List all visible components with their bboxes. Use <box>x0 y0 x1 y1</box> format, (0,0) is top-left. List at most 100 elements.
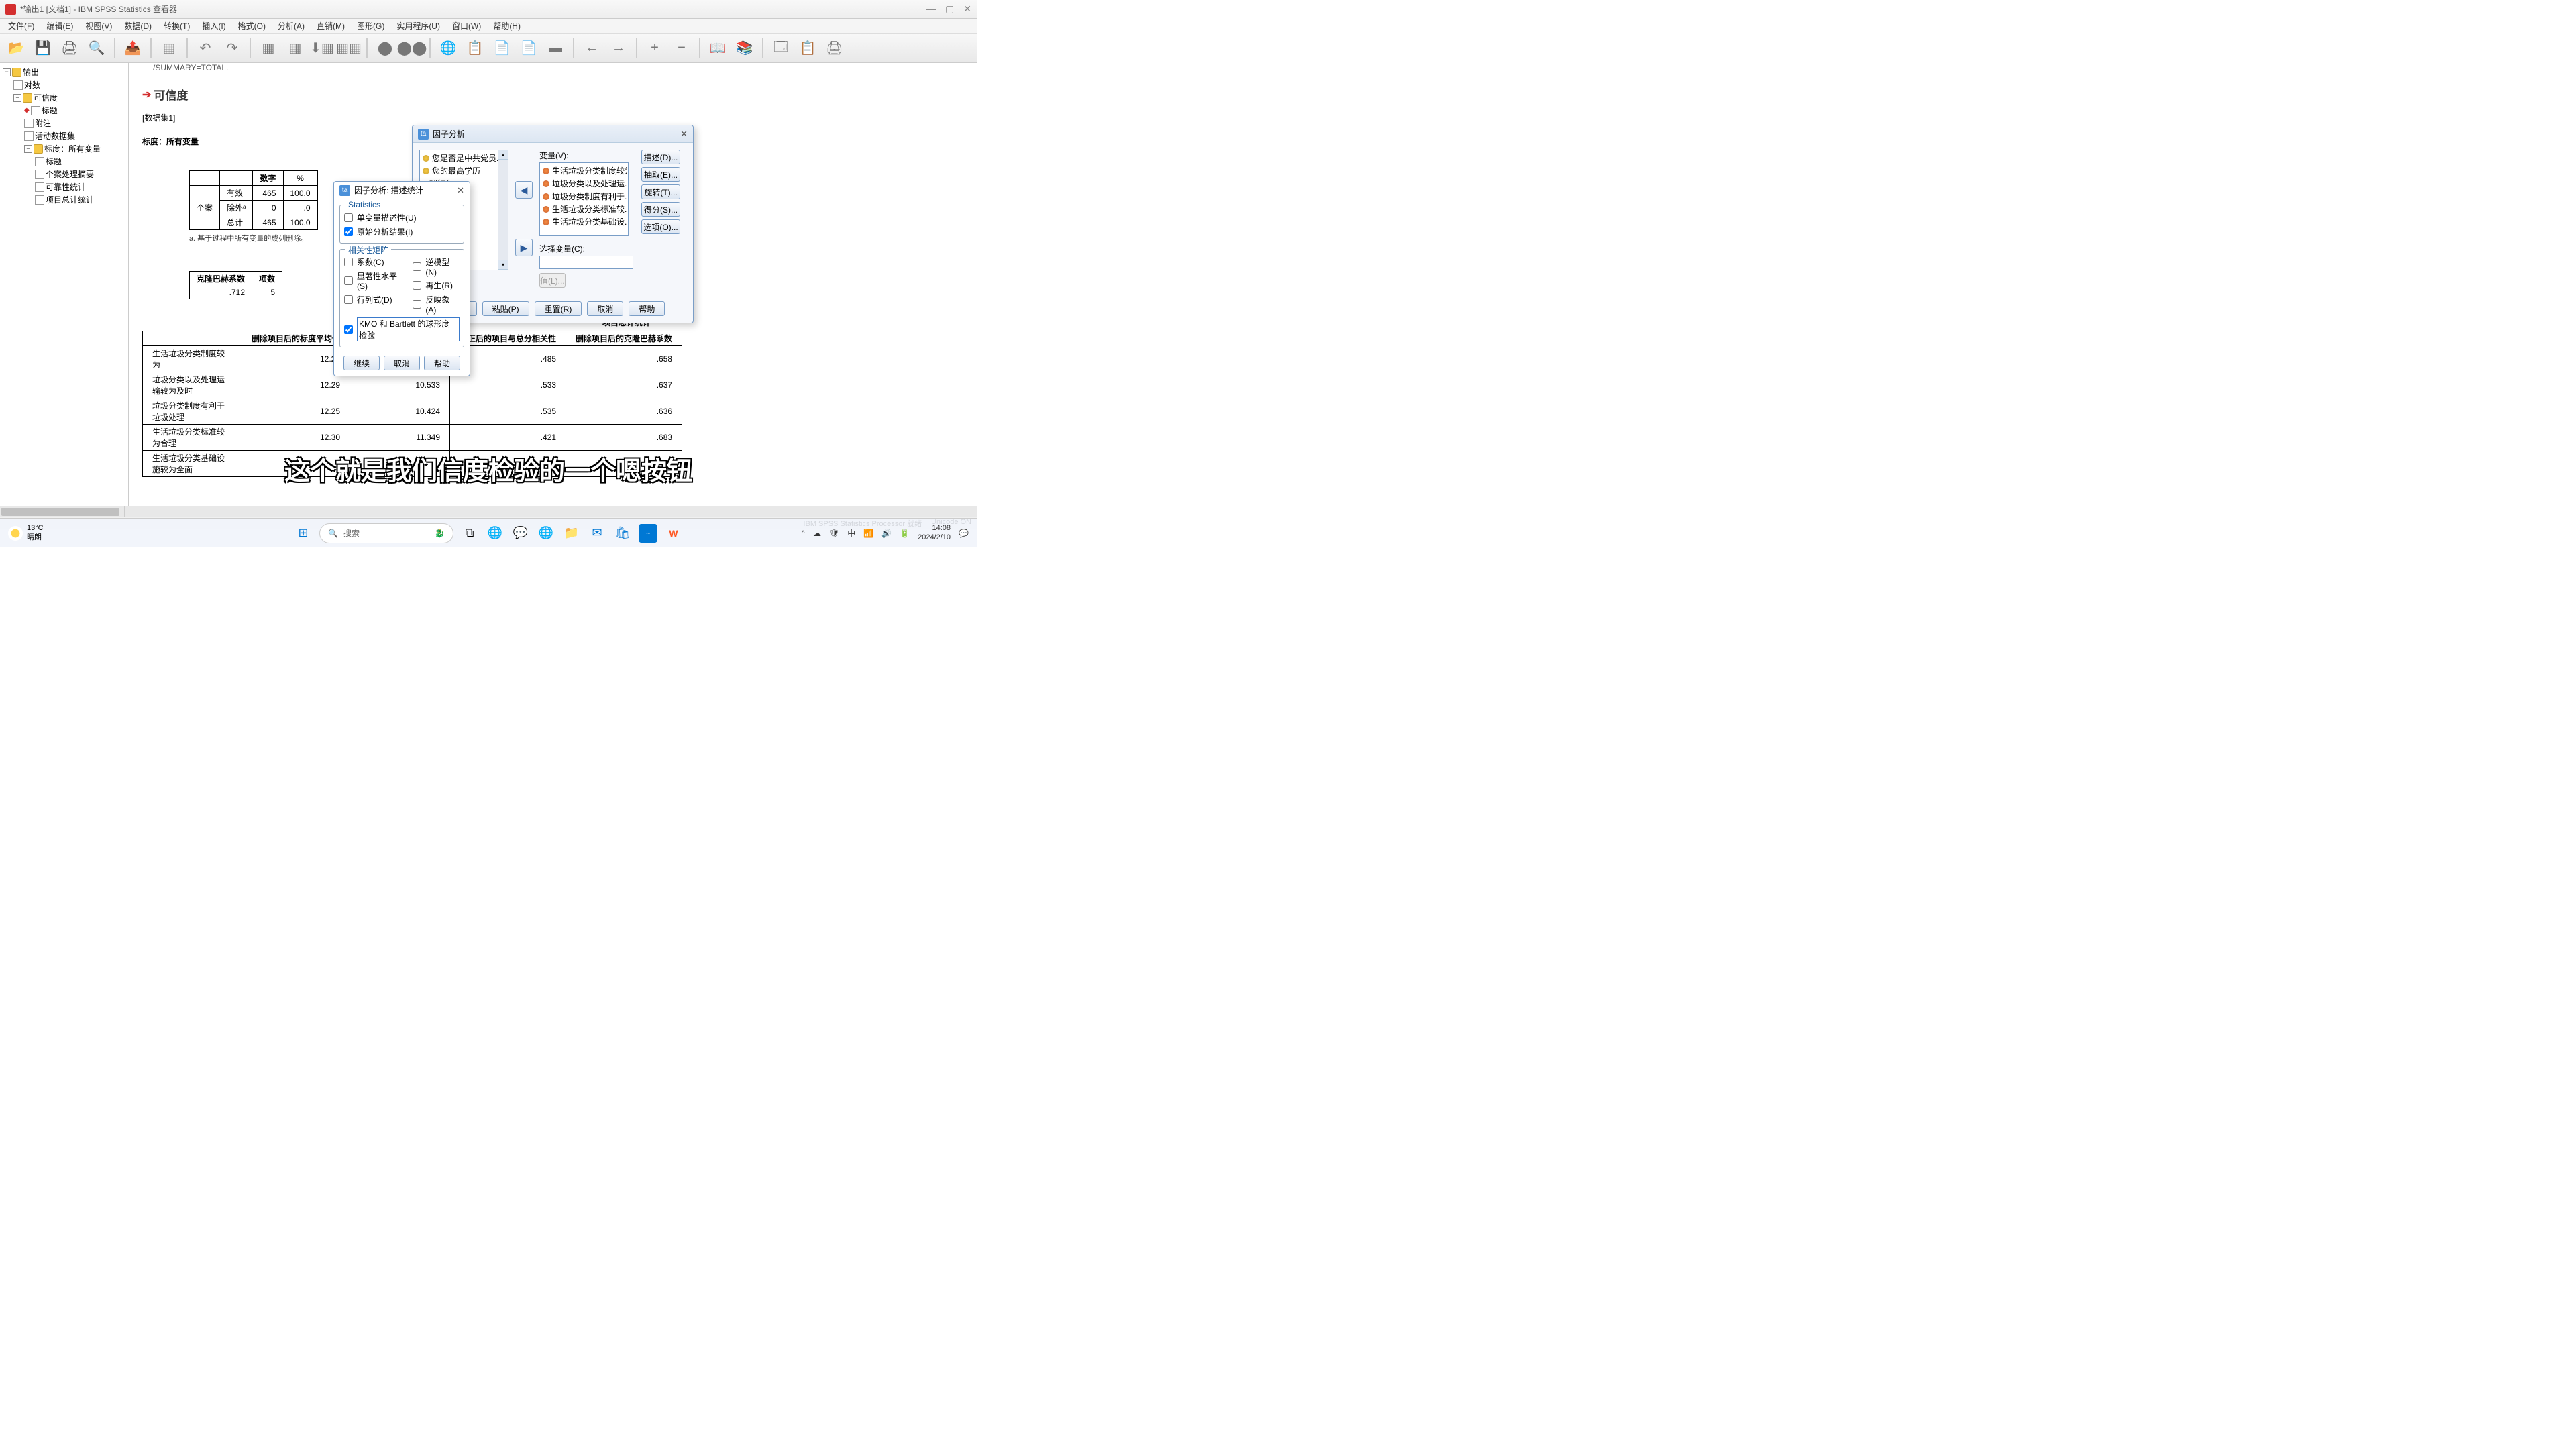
scroll-down-icon[interactable]: ▾ <box>498 260 508 270</box>
tree-case-summary[interactable]: 个案处理摘要 <box>46 168 94 180</box>
toolbar-minus-icon[interactable]: − <box>669 36 694 60</box>
determinant-checkbox[interactable] <box>344 295 353 304</box>
toolbar-plus-icon[interactable]: + <box>643 36 667 60</box>
tree-log[interactable]: 对数 <box>24 79 40 91</box>
reset-button[interactable]: 重置(R) <box>535 301 582 316</box>
minimize-button[interactable]: — <box>926 3 936 15</box>
paste-button[interactable]: 粘贴(P) <box>482 301 529 316</box>
tree-title[interactable]: 标题 <box>42 105 58 116</box>
toolbar-print-icon[interactable]: 🖨 <box>58 36 82 60</box>
app-meeting-icon[interactable]: ~ <box>639 524 657 543</box>
tray-wifi-icon[interactable]: 📶 <box>863 529 873 538</box>
anti-image-checkbox[interactable] <box>413 300 421 309</box>
toolbar-print2-icon[interactable]: 🖨 <box>822 36 847 60</box>
toolbar-goto-var-icon[interactable]: ⬇▦ <box>310 36 334 60</box>
value-button[interactable]: 值(L)... <box>539 273 566 288</box>
toolbar-forward-icon[interactable]: → <box>606 36 631 60</box>
tray-cloud-icon[interactable]: ☁ <box>813 529 821 538</box>
options-button[interactable]: 选项(O)... <box>641 219 680 234</box>
kmo-bartlett-checkbox[interactable] <box>344 325 353 334</box>
toolbar-goto-icon[interactable]: ▦ <box>256 36 280 60</box>
app-browser-icon[interactable]: 🌐 <box>486 524 504 543</box>
maximize-button[interactable]: ▢ <box>945 3 954 15</box>
menu-view[interactable]: 视图(V) <box>80 19 117 33</box>
close-button[interactable]: ✕ <box>963 3 971 15</box>
toolbar-redo-icon[interactable]: ↷ <box>220 36 244 60</box>
menu-insert[interactable]: 插入(I) <box>197 19 231 33</box>
tree-item-total[interactable]: 项目总计统计 <box>46 194 94 205</box>
toolbar-select-icon[interactable]: ⬤ <box>373 36 397 60</box>
tree-toggle-icon[interactable]: − <box>13 94 21 102</box>
app-store-icon[interactable]: 🛍 <box>613 524 632 543</box>
tray-security-icon[interactable]: 🛡 <box>829 529 839 538</box>
toolbar-variables-icon[interactable]: ▦▦ <box>337 36 361 60</box>
dialog-close-icon[interactable]: ✕ <box>680 129 688 140</box>
toolbar-tool4-icon[interactable]: 📄 <box>517 36 541 60</box>
app-wps-icon[interactable]: W <box>664 524 683 543</box>
menu-direct[interactable]: 直销(M) <box>311 19 350 33</box>
menu-utilities[interactable]: 实用程序(U) <box>391 19 445 33</box>
toolbar-book2-icon[interactable]: 📚 <box>733 36 757 60</box>
toolbar-goto-case-icon[interactable]: ▦ <box>283 36 307 60</box>
univariate-checkbox[interactable] <box>344 213 353 222</box>
toolbar-open-icon[interactable]: 📂 <box>4 36 28 60</box>
variables-list[interactable]: 生活垃圾分类制度较为 垃圾分类以及处理运... 垃圾分类制度有利于... 生活垃… <box>539 162 629 236</box>
tray-battery-icon[interactable]: 🔋 <box>900 529 910 538</box>
continue-button[interactable]: 继续 <box>343 356 380 370</box>
menu-analyze[interactable]: 分析(A) <box>272 19 310 33</box>
tree-output[interactable]: 输出 <box>23 66 39 78</box>
app-chat-icon[interactable]: 💬 <box>511 524 530 543</box>
toolbar-tool2-icon[interactable]: 📋 <box>463 36 487 60</box>
task-view-icon[interactable]: ⧉ <box>460 524 479 543</box>
toolbar-undo-icon[interactable]: ↶ <box>193 36 217 60</box>
app-edge-icon[interactable]: 🌐 <box>537 524 555 543</box>
help-button-desc[interactable]: 帮助 <box>424 356 460 370</box>
toolbar-clipboard-icon[interactable]: 📋 <box>796 36 820 60</box>
menu-format[interactable]: 格式(O) <box>233 19 271 33</box>
toolbar-back-icon[interactable]: ← <box>580 36 604 60</box>
toolbar-tool3-icon[interactable]: 📄 <box>490 36 514 60</box>
menu-window[interactable]: 窗口(W) <box>447 19 486 33</box>
inverse-checkbox[interactable] <box>413 262 421 271</box>
tree-toggle-icon[interactable]: − <box>24 145 32 153</box>
cancel-button-desc[interactable]: 取消 <box>384 356 420 370</box>
toolbar-tool5-icon[interactable]: ▬ <box>543 36 568 60</box>
weather-widget[interactable]: 13°C 晴朗 <box>8 524 44 541</box>
tree-activedata[interactable]: 活动数据集 <box>35 130 75 142</box>
tree-notes[interactable]: 附注 <box>35 117 51 129</box>
menu-graphs[interactable]: 图形(G) <box>352 19 390 33</box>
help-button[interactable]: 帮助 <box>629 301 665 316</box>
cancel-button[interactable]: 取消 <box>587 301 623 316</box>
move-to-select-button[interactable]: ▶ <box>515 239 533 256</box>
menu-transform[interactable]: 转换(T) <box>158 19 195 33</box>
tray-ime-icon[interactable]: 中 <box>847 527 855 539</box>
tree-rel-stats[interactable]: 可靠性统计 <box>46 181 86 193</box>
tray-volume-icon[interactable]: 🔊 <box>881 529 892 538</box>
rotation-button[interactable]: 旋转(T)... <box>641 184 680 199</box>
toolbar-recall-icon[interactable]: ▦ <box>157 36 181 60</box>
tray-notification-icon[interactable]: 💬 <box>959 529 969 538</box>
horizontal-scrollbar[interactable] <box>0 506 977 517</box>
toolbar-preview-icon[interactable]: 🔍 <box>85 36 109 60</box>
tray-chevron-up-icon[interactable]: ^ <box>801 529 805 538</box>
menu-data[interactable]: 数据(D) <box>119 19 157 33</box>
reproduced-checkbox[interactable] <box>413 281 421 290</box>
taskbar-search[interactable]: 🔍 搜索 🐉 <box>319 523 453 543</box>
app-mail-icon[interactable]: ✉ <box>588 524 606 543</box>
significance-checkbox[interactable] <box>344 276 353 285</box>
coefficients-checkbox[interactable] <box>344 258 353 266</box>
toolbar-book-icon[interactable]: 📖 <box>706 36 730 60</box>
tree-scale-title[interactable]: 标题 <box>46 156 62 167</box>
select-variable-input[interactable] <box>539 256 633 269</box>
extraction-button[interactable]: 抽取(E)... <box>641 167 680 182</box>
app-explorer-icon[interactable]: 📁 <box>562 524 581 543</box>
toolbar-tool1-icon[interactable]: 🌐 <box>436 36 460 60</box>
tree-reliability[interactable]: 可信度 <box>34 92 58 103</box>
scores-button[interactable]: 得分(S)... <box>641 202 680 217</box>
tree-toggle-icon[interactable]: − <box>3 68 11 76</box>
taskbar-clock[interactable]: 14:08 2024/2/10 <box>918 524 951 541</box>
tree-scale[interactable]: 标度：所有变量 <box>44 143 101 154</box>
dialog-close-icon[interactable]: ✕ <box>457 185 464 196</box>
toolbar-designate-icon[interactable]: 🗔 <box>769 36 793 60</box>
descriptives-button[interactable]: 描述(D)... <box>641 150 680 164</box>
